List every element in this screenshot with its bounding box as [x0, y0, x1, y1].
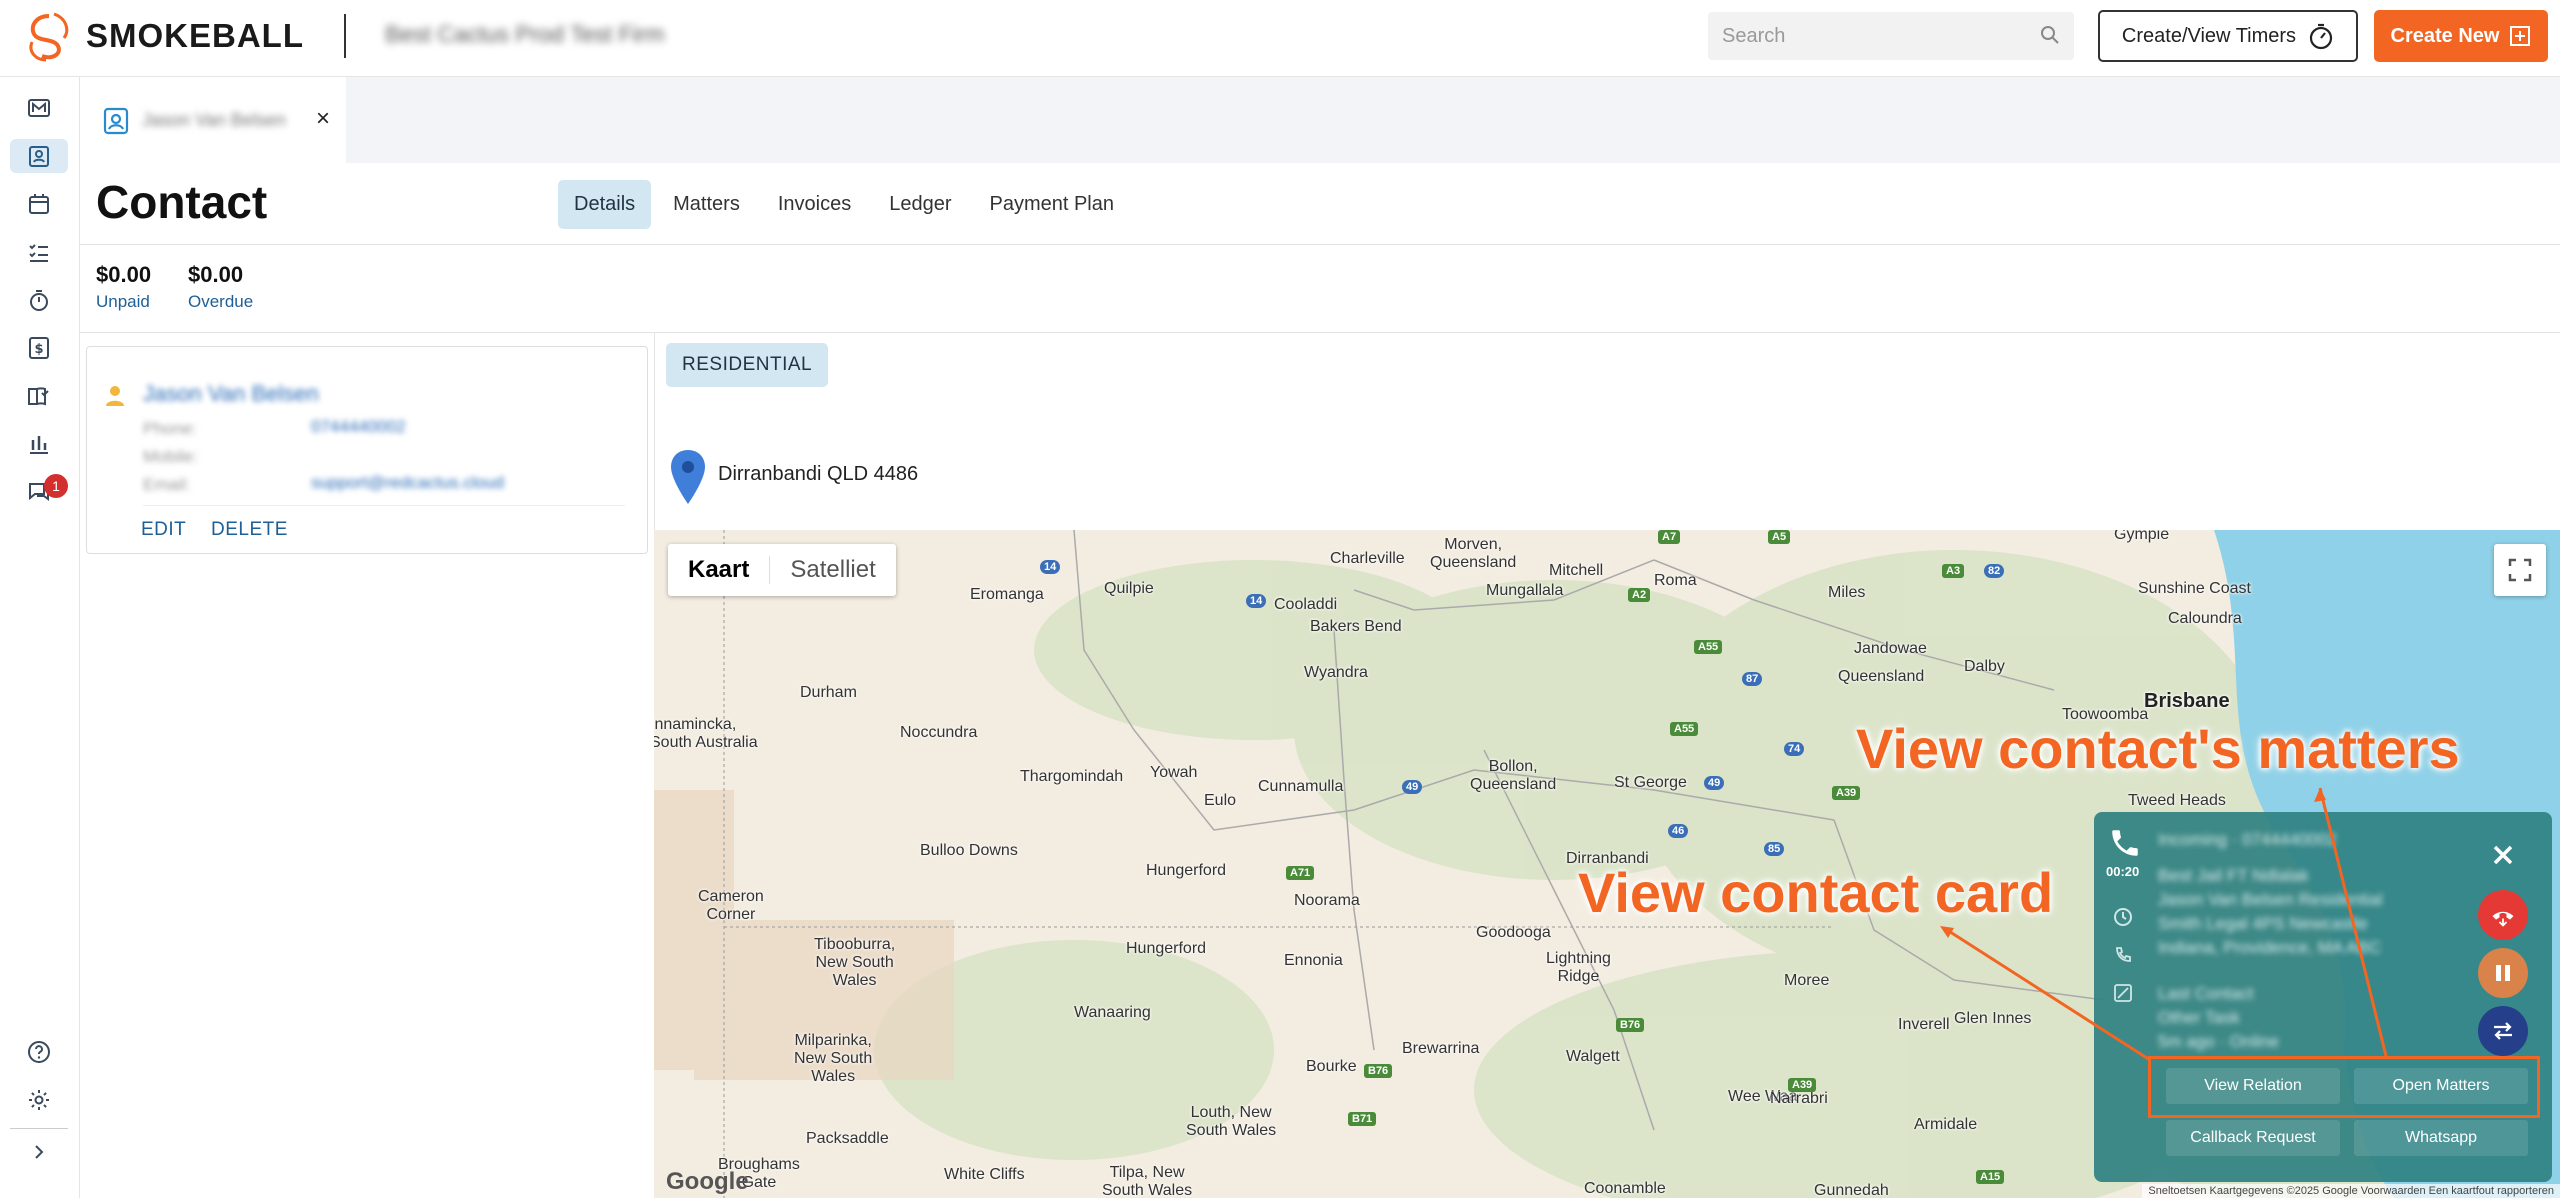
annotation-contact-card: View contact card	[1578, 861, 2054, 924]
annotation-arrows	[1940, 787, 2388, 1062]
annotation-matters: View contact's matters	[1856, 717, 2460, 780]
highlight-box	[2148, 1056, 2540, 1118]
